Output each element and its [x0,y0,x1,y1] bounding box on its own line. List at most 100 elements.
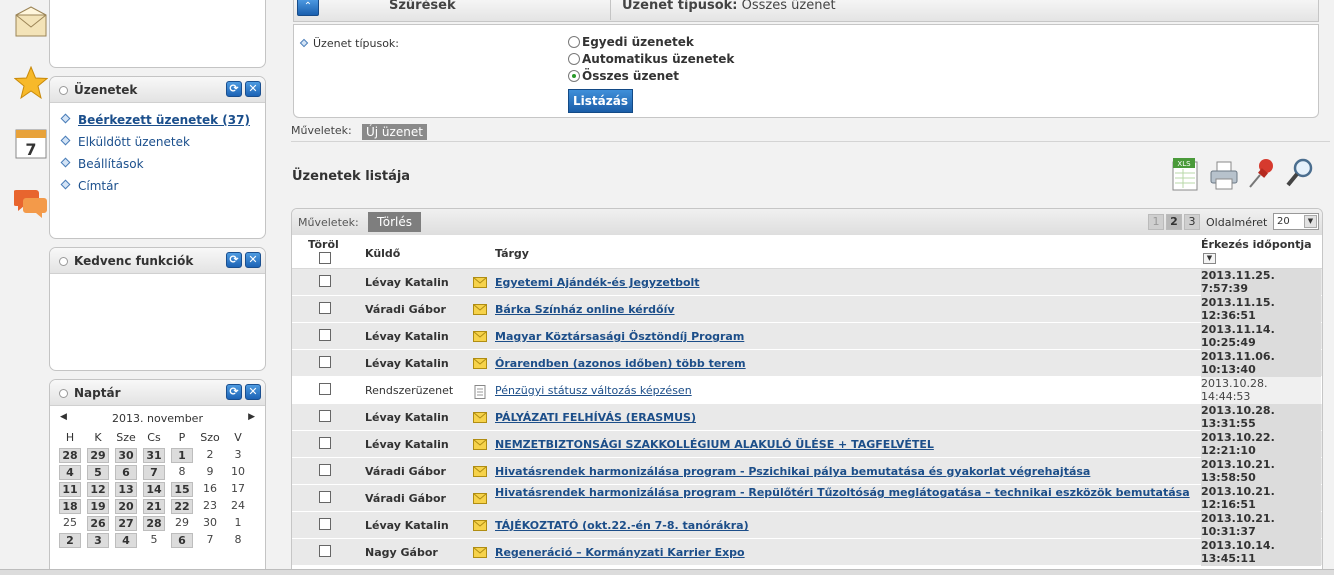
search-icon[interactable] [1285,156,1315,192]
calendar-day[interactable]: 15 [171,482,193,497]
calendar-day[interactable]: 2 [196,447,224,464]
messages-menu-item[interactable]: Beállítások [60,157,265,179]
table-row[interactable]: Váradi Gábor Bárka Színház online kérdőív… [292,296,1322,323]
excel-export-icon[interactable]: XLS [1171,156,1201,192]
row-subject-link[interactable]: Hivatásrendek harmonizálása program - Ps… [495,465,1195,478]
calendar-day[interactable]: 25 [56,515,84,532]
table-row[interactable]: Lévay Katalin NEMZETBIZTONSÁGI SZAKKOLLÉG… [292,431,1322,458]
row-checkbox[interactable] [319,302,331,314]
refresh-icon[interactable]: ⟳ [226,252,242,268]
messages-menu-link[interactable]: Beérkezett üzenetek (37) [78,113,250,127]
delete-button[interactable]: Törlés [368,212,422,232]
radio-button[interactable] [568,36,580,48]
radio-button[interactable] [568,53,580,65]
messages-menu-item[interactable]: Beérkezett üzenetek (37) [60,113,265,135]
messages-menu-link[interactable]: Elküldött üzenetek [78,135,190,149]
row-checkbox[interactable] [319,437,331,449]
calendar-day[interactable]: 4 [59,465,81,480]
calendar-icon[interactable]: 7 [14,126,48,160]
calendar-day[interactable]: 3 [87,533,109,548]
chat-bubbles-icon[interactable] [14,186,48,220]
subject-column-header[interactable]: Tárgy [495,247,529,260]
calendar-day[interactable]: 19 [87,499,109,514]
new-message-button[interactable]: Új üzenet [362,124,427,140]
calendar-day[interactable]: 28 [143,516,165,531]
table-row[interactable]: Váradi Gábor Hivatásrendek harmonizálása … [292,458,1322,485]
row-subject-link[interactable]: PÁLYÁZATI FELHÍVÁS (ERASMUS) [495,411,1195,424]
list-button[interactable]: Listázás [568,89,633,113]
row-checkbox[interactable] [319,356,331,368]
calendar-day[interactable]: 6 [115,465,137,480]
next-month-arrow-icon[interactable]: ▶ [248,412,255,422]
radio-button[interactable] [568,70,580,82]
calendar-day[interactable]: 29 [168,515,196,532]
message-type-radio[interactable]: Egyedi üzenetek [568,35,734,52]
calendar-day[interactable]: 7 [196,532,224,549]
row-subject-link[interactable]: Regeneráció – Kormányzati Karrier Expo [495,546,1195,559]
envelope-icon[interactable] [14,6,48,40]
table-row[interactable]: Lévay Katalin Egyetemi Ajándék-és Jegyzet… [292,269,1322,296]
row-subject-link[interactable]: NEMZETBIZTONSÁGI SZAKKOLLÉGIUM ALAKULÓ Ü… [495,438,1195,451]
page-button[interactable]: 1 [1148,214,1164,230]
calendar-day[interactable]: 21 [143,499,165,514]
refresh-icon[interactable]: ⟳ [226,384,242,400]
messages-menu-item[interactable]: Címtár [60,179,265,201]
messages-menu-link[interactable]: Címtár [78,179,118,193]
calendar-day[interactable]: 23 [196,498,224,515]
calendar-day[interactable]: 27 [115,516,137,531]
arrival-column-header[interactable]: Érkezés időpontja [1201,238,1312,251]
calendar-day[interactable]: 20 [115,499,137,514]
page-button[interactable]: 2 [1166,214,1182,230]
close-icon[interactable]: ✕ [245,81,261,97]
row-subject-link[interactable]: Órarendben (azonos időben) több terem [495,357,1195,370]
calendar-day[interactable]: 31 [143,448,165,463]
calendar-day[interactable]: 1 [171,448,193,463]
calendar-day[interactable]: 11 [59,482,81,497]
calendar-day[interactable]: 5 [87,465,109,480]
calendar-day[interactable]: 17 [224,481,252,498]
row-subject-link[interactable]: TÁJÉKOZTATÓ (okt.22.-én 7-8. tanórákra) [495,519,1195,532]
table-row[interactable]: Lévay Katalin Magyar Köztársasági Ösztönd… [292,323,1322,350]
row-checkbox[interactable] [319,545,331,557]
calendar-day[interactable]: 29 [87,448,109,463]
print-icon[interactable] [1209,156,1239,192]
table-row[interactable]: Váradi Gábor Hivatásrendek harmonizálása … [292,485,1322,512]
collapse-icon[interactable]: ⌃ [297,0,319,16]
calendar-day[interactable]: 12 [87,482,109,497]
calendar-day[interactable]: 2 [59,533,81,548]
messages-menu-link[interactable]: Beállítások [78,157,144,171]
star-icon[interactable] [14,66,48,100]
calendar-day[interactable]: 16 [196,481,224,498]
table-row[interactable]: Lévay Katalin Órarendben (azonos időben) … [292,350,1322,377]
page-button[interactable]: 3 [1184,214,1200,230]
row-subject-link[interactable]: Egyetemi Ajándék-és Jegyzetbolt [495,276,1195,289]
calendar-day[interactable]: 18 [59,499,81,514]
calendar-day[interactable]: 24 [224,498,252,515]
table-row[interactable]: Nagy Gábor Regeneráció – Kormányzati Karr… [292,539,1322,566]
message-type-radio[interactable]: Automatikus üzenetek [568,52,734,69]
calendar-day[interactable]: 14 [143,482,165,497]
row-subject-link[interactable]: Magyar Köztársasági Ösztöndíj Program [495,330,1195,343]
calendar-day[interactable]: 9 [196,464,224,481]
calendar-day[interactable]: 8 [168,464,196,481]
calendar-day[interactable]: 7 [143,465,165,480]
calendar-day[interactable]: 6 [171,533,193,548]
table-row[interactable]: Lévay Katalin PÁLYÁZATI FELHÍVÁS (ERASMUS… [292,404,1322,431]
calendar-day[interactable]: 3 [224,447,252,464]
table-row[interactable]: Lévay Katalin TÁJÉKOZTATÓ (okt.22.-én 7-8… [292,512,1322,539]
row-subject-link[interactable]: Hivatásrendek harmonizálása program - Re… [495,486,1195,499]
calendar-day[interactable]: 28 [59,448,81,463]
messages-menu-item[interactable]: Elküldött üzenetek [60,135,265,157]
row-checkbox[interactable] [319,518,331,530]
row-checkbox[interactable] [319,383,331,395]
calendar-day[interactable]: 26 [87,516,109,531]
sender-column-header[interactable]: Küldő [365,247,400,260]
table-row[interactable]: Rendszerüzenet Pénzügyi státusz változás … [292,377,1322,404]
calendar-day[interactable]: 13 [115,482,137,497]
calendar-day[interactable]: 1 [224,515,252,532]
row-subject-link[interactable]: Pénzügyi státusz változás képzésen [495,384,1195,397]
calendar-day[interactable]: 30 [115,448,137,463]
message-type-radio[interactable]: Összes üzenet [568,69,734,86]
page-size-select[interactable]: 20 ▼ [1273,213,1319,230]
refresh-icon[interactable]: ⟳ [226,81,242,97]
